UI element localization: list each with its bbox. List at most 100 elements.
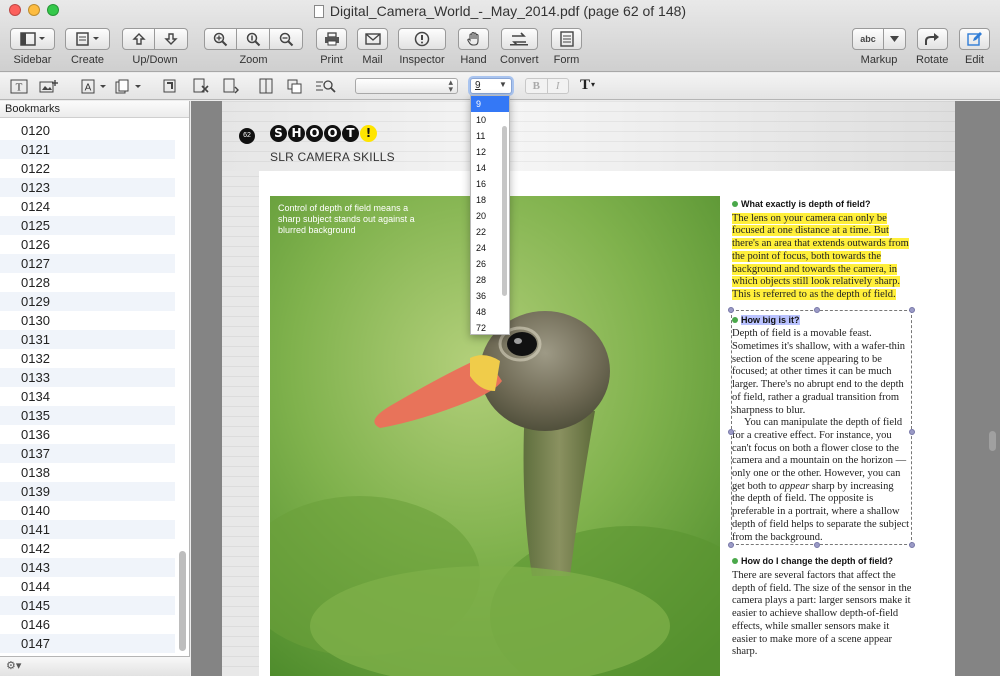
- resize-handle[interactable]: [909, 306, 915, 313]
- create-button[interactable]: [65, 28, 110, 50]
- text-box-icon: T: [10, 79, 28, 93]
- delete-page-button[interactable]: [190, 77, 212, 95]
- rotate-icon: [925, 33, 940, 45]
- text-style-menu-button[interactable]: A: [80, 77, 108, 95]
- bookmark-item[interactable]: 0146: [0, 615, 175, 634]
- zoom-out-button[interactable]: [270, 28, 303, 50]
- bookmark-item[interactable]: 0138: [0, 463, 175, 482]
- sidebar-footer: ⚙▾: [0, 656, 190, 676]
- bookmark-item[interactable]: 0120: [0, 121, 175, 140]
- bookmark-item[interactable]: 0147: [0, 634, 175, 653]
- bookmark-item[interactable]: 0134: [0, 387, 175, 406]
- answer-paragraph-2b: You can manipulate the depth of field fo…: [732, 417, 909, 543]
- resize-handle[interactable]: [909, 428, 915, 435]
- zoom-in-button[interactable]: [204, 28, 237, 50]
- bookmark-item[interactable]: 0121: [0, 140, 175, 159]
- bold-italic-group: B I: [525, 78, 569, 94]
- add-image-button[interactable]: [38, 77, 60, 95]
- create-toolbar-item: Create: [65, 28, 110, 66]
- convert-button[interactable]: [500, 28, 538, 50]
- edit-pencil-icon: [966, 32, 982, 46]
- bold-button[interactable]: B: [526, 79, 548, 93]
- font-size-option[interactable]: 72: [471, 320, 509, 336]
- resize-handle[interactable]: [728, 306, 734, 313]
- insert-page-button[interactable]: [220, 77, 242, 95]
- bookmark-item[interactable]: 0144: [0, 577, 175, 596]
- brand-letter: T: [342, 125, 359, 142]
- bookmark-item[interactable]: 0125: [0, 216, 175, 235]
- crop-button[interactable]: [160, 77, 182, 95]
- bookmark-item[interactable]: 0136: [0, 425, 175, 444]
- chevron-down-icon: [890, 36, 899, 42]
- bookmark-item[interactable]: 0129: [0, 292, 175, 311]
- italic-button[interactable]: I: [548, 79, 569, 93]
- duplicate-button[interactable]: [284, 77, 306, 95]
- insert-page-icon: [223, 78, 239, 94]
- photo-caption: Control of depth of field means a sharp …: [278, 203, 415, 235]
- sidebar-scrollbar[interactable]: [179, 551, 186, 651]
- two-page-view-button[interactable]: [256, 77, 276, 95]
- convert-icon: [510, 32, 529, 46]
- document-view[interactable]: 62 S H O O T! SLR CAMERA SKILLS Control …: [191, 101, 1000, 676]
- add-text-button[interactable]: T: [8, 77, 30, 95]
- bookmark-item[interactable]: 0143: [0, 558, 175, 577]
- gear-icon[interactable]: ⚙▾: [6, 660, 21, 672]
- text-format-menu-button[interactable]: T▾: [580, 77, 595, 94]
- form-button[interactable]: [551, 28, 582, 50]
- font-size-select[interactable]: 9 ▼: [470, 78, 512, 94]
- font-size-option[interactable]: 9: [471, 96, 509, 112]
- sidebar-button[interactable]: [10, 28, 55, 50]
- chevron-down-icon: ▼: [499, 80, 507, 89]
- bookmark-item[interactable]: 0135: [0, 406, 175, 425]
- rotate-toolbar-item: Rotate: [916, 28, 948, 66]
- bookmark-item[interactable]: 0137: [0, 444, 175, 463]
- document-scrollbar[interactable]: [989, 431, 996, 451]
- up-arrow-icon: [131, 33, 146, 45]
- selected-text-box[interactable]: How big is it? Depth of field is a movab…: [728, 306, 915, 549]
- inspector-toolbar-item: Inspector: [398, 28, 446, 66]
- hand-tool-button[interactable]: [458, 28, 489, 50]
- bookmark-item[interactable]: 0131: [0, 330, 175, 349]
- edit-button[interactable]: [959, 28, 990, 50]
- bookmark-item[interactable]: 0145: [0, 596, 175, 615]
- font-family-select[interactable]: ▴ ▾: [355, 78, 458, 94]
- font-size-option[interactable]: 48: [471, 304, 509, 320]
- inspector-button[interactable]: [398, 28, 446, 50]
- bookmark-item[interactable]: 0142: [0, 539, 175, 558]
- mail-button[interactable]: [357, 28, 388, 50]
- bookmark-item[interactable]: 0139: [0, 482, 175, 501]
- chevron-down-icon: ▾: [591, 80, 596, 89]
- bookmark-item[interactable]: 0140: [0, 501, 175, 520]
- resize-handle[interactable]: [814, 306, 820, 313]
- page-up-button[interactable]: [122, 28, 155, 50]
- actual-size-icon: [246, 32, 260, 46]
- bookmark-item[interactable]: 0126: [0, 235, 175, 254]
- bookmark-item[interactable]: 0123: [0, 178, 175, 197]
- rotate-button[interactable]: [916, 28, 948, 50]
- text-format-icon: T: [580, 77, 591, 93]
- page-layout-menu-button[interactable]: [114, 77, 144, 95]
- actual-size-button[interactable]: [237, 28, 270, 50]
- resize-handle[interactable]: [814, 542, 820, 549]
- print-button[interactable]: [316, 28, 347, 50]
- page-number-badge: 62: [239, 128, 255, 144]
- brand-letter: H: [288, 125, 305, 142]
- bookmark-item[interactable]: 0130: [0, 311, 175, 330]
- form-toolbar-item: Form: [551, 28, 582, 66]
- markup-menu-button[interactable]: [884, 28, 906, 50]
- bookmark-item[interactable]: 0127: [0, 254, 175, 273]
- bookmark-item[interactable]: 0133: [0, 368, 175, 387]
- page-down-button[interactable]: [155, 28, 188, 50]
- bookmark-item[interactable]: 0124: [0, 197, 175, 216]
- bookmark-item[interactable]: 0122: [0, 159, 175, 178]
- crop-icon: [163, 79, 176, 93]
- bookmark-item[interactable]: 0141: [0, 520, 175, 539]
- markup-button[interactable]: abc: [852, 28, 884, 50]
- answer-paragraph-1[interactable]: The lens on your camera can only be focu…: [732, 212, 912, 302]
- menu-scrollbar[interactable]: [502, 126, 507, 296]
- bookmark-item[interactable]: 0128: [0, 273, 175, 292]
- bookmark-item[interactable]: 0132: [0, 349, 175, 368]
- zoom-text-button[interactable]: [314, 77, 338, 95]
- resize-handle[interactable]: [728, 542, 734, 549]
- resize-handle[interactable]: [728, 428, 734, 435]
